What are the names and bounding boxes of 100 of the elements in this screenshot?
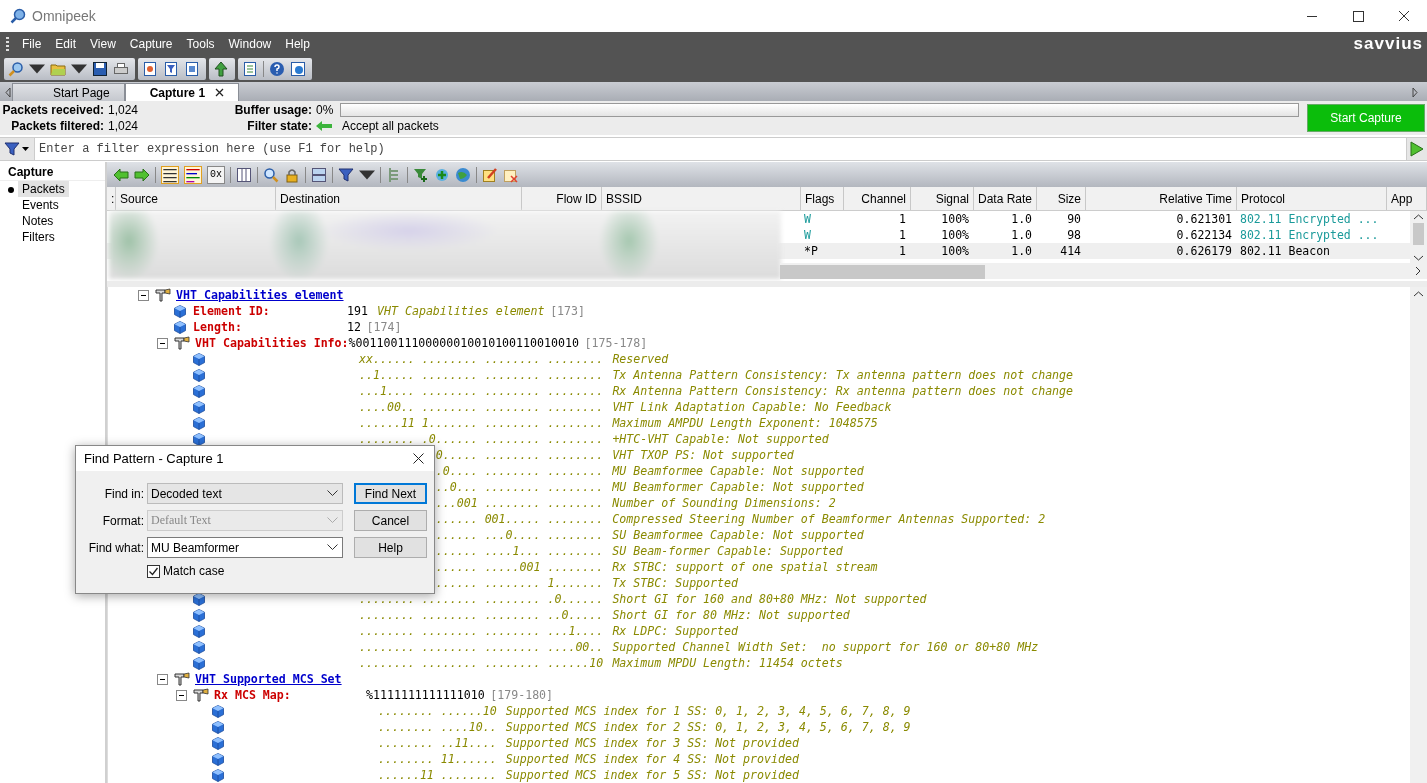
bit-description: MU Beamformer Capable: Not supported [612, 480, 864, 494]
color-list-view-button[interactable] [184, 165, 202, 184]
column-header[interactable]: Protocol [1237, 187, 1387, 210]
search-icon[interactable] [263, 166, 279, 183]
sidebar-item[interactable]: Filters [18, 229, 59, 245]
bit-description: MU Beamformee Capable: Not supported [612, 464, 864, 478]
bit-mask: ........ ........ ........ ..0..... [359, 608, 604, 622]
channel-cell-text: 1 [898, 212, 907, 226]
scrollbar[interactable] [780, 263, 1427, 279]
list-icon[interactable] [242, 61, 258, 77]
field-label: Element ID: [193, 304, 271, 318]
column-header[interactable]: Flags [801, 187, 844, 210]
scrollbar[interactable] [1410, 287, 1427, 783]
bit-description: +HTC-VHT Capable: Not supported [612, 432, 829, 446]
section-heading[interactable]: VHT Supported MCS Set [195, 672, 342, 686]
column-header[interactable]: Data Rate [974, 187, 1037, 210]
bit-mask: ........ .0...... ........ ........ [359, 432, 604, 446]
bit-mask: ..1..... ........ ........ ........ [359, 368, 604, 382]
cube-icon [193, 416, 205, 430]
cube-icon [212, 752, 224, 766]
list-view-button[interactable] [161, 165, 179, 184]
bit-mask: ........ ........ ........ ......10 [359, 656, 604, 670]
add-icon[interactable] [434, 166, 450, 183]
column-header[interactable]: Signal [911, 187, 974, 210]
upload-icon[interactable] [213, 61, 229, 77]
dropdown[interactable]: Decoded text [147, 483, 343, 504]
split-view-icon[interactable] [311, 166, 327, 183]
bit-mask: ........ ........ ........ ....00.. [359, 640, 604, 654]
column-header[interactable]: Relative Time [1086, 187, 1237, 210]
dialog-button[interactable]: Cancel [354, 510, 427, 531]
bit-mask: ...... .....001 ........ [435, 560, 604, 574]
filter-icon[interactable] [338, 166, 354, 183]
printer-icon[interactable] [113, 61, 129, 77]
collapse-icon[interactable] [176, 689, 187, 701]
filter-icon[interactable] [163, 61, 179, 77]
save-icon[interactable] [92, 61, 108, 77]
menu-item[interactable]: Tools [179, 37, 222, 51]
refresh-icon[interactable] [290, 61, 306, 77]
column-header[interactable]: Source [116, 187, 276, 210]
stat-label: Filter state: [246, 119, 312, 133]
tab[interactable]: Start Page [12, 83, 125, 101]
relative-time-cell-text: 0.621301 [1175, 212, 1233, 226]
scrollbar[interactable] [1410, 211, 1427, 263]
dialog-button[interactable]: Help [354, 537, 427, 558]
section-heading[interactable]: VHT Capabilities element [176, 288, 344, 302]
lock-icon[interactable] [284, 166, 300, 183]
search-icon[interactable] [8, 61, 24, 77]
data-rate-cell-text: 1.0 [1010, 212, 1033, 226]
menu-item[interactable]: Capture [122, 37, 180, 51]
node-icon [174, 335, 190, 351]
channel-cell-text: 1 [898, 244, 907, 258]
chevron-down-icon[interactable] [327, 490, 338, 497]
forward-arrow-icon[interactable] [134, 166, 150, 183]
column-header[interactable]: BSSID [602, 187, 801, 210]
add-filter-icon[interactable] [413, 166, 429, 183]
chevron-down-icon[interactable] [327, 544, 338, 551]
bit-description: VHT TXOP PS: Not supported [612, 448, 794, 462]
collapse-icon[interactable] [157, 337, 168, 349]
menu-item[interactable]: Help [278, 37, 317, 51]
run-filter-button[interactable] [1406, 138, 1427, 160]
collapse-icon[interactable] [138, 289, 149, 301]
node-icon [193, 687, 209, 703]
back-arrow-icon[interactable] [113, 166, 129, 183]
tab[interactable]: Capture 1 [124, 83, 240, 101]
menu-item[interactable]: Edit [48, 37, 84, 51]
bit-description: Supported MCS index for 5 SS: Not provided [505, 768, 799, 782]
bit-description: Reserved [612, 352, 669, 366]
combo-box[interactable]: MU Beamformer [147, 537, 343, 558]
column-header[interactable]: App [1387, 187, 1427, 210]
collapse-icon[interactable] [157, 673, 168, 685]
help-icon[interactable] [269, 61, 285, 77]
hex-view-button[interactable]: 0x [207, 165, 225, 184]
column-header[interactable]: : [107, 187, 116, 210]
cube-icon [212, 768, 224, 782]
menu-item[interactable]: View [83, 37, 123, 51]
dialog-button[interactable]: Find Next [354, 483, 427, 504]
column-header[interactable]: Flow ID [522, 187, 602, 210]
close-icon[interactable] [413, 453, 424, 464]
sidebar-item[interactable]: Events [18, 197, 63, 213]
menu-item[interactable]: File [15, 37, 49, 51]
column-header[interactable]: Destination [276, 187, 522, 210]
close-icon[interactable] [215, 88, 225, 97]
bit-mask: ........ ......10 [378, 704, 497, 718]
sidebar-item[interactable]: Packets [18, 181, 69, 197]
column-header[interactable]: Channel [844, 187, 911, 210]
checkbox[interactable] [147, 564, 160, 578]
sidebar-item[interactable]: Notes [18, 213, 58, 229]
pencil-note-icon[interactable] [482, 166, 498, 183]
globe-icon[interactable] [455, 166, 471, 183]
document-icon[interactable] [184, 61, 200, 77]
column-header[interactable]: Size [1037, 187, 1086, 210]
columns-icon[interactable] [236, 166, 252, 183]
checkbox-label[interactable]: Match case [163, 564, 225, 578]
bit-description: Maximum AMPDU Length Exponent: 1048575 [612, 416, 878, 430]
document-icon[interactable] [142, 61, 158, 77]
bit-description: Supported Channel Width Set: no support for 160 or 80+80 MHz [612, 640, 1039, 654]
filter-menu-button[interactable] [0, 138, 35, 160]
menu-item[interactable]: Window [221, 37, 279, 51]
bit-description: Compressed Steering Number of Beamformer Antennas Supported: 2 [612, 512, 1046, 526]
bit-description: Rx Antenna Pattern Consistency: Rx antenna pattern does not change [612, 384, 1074, 398]
